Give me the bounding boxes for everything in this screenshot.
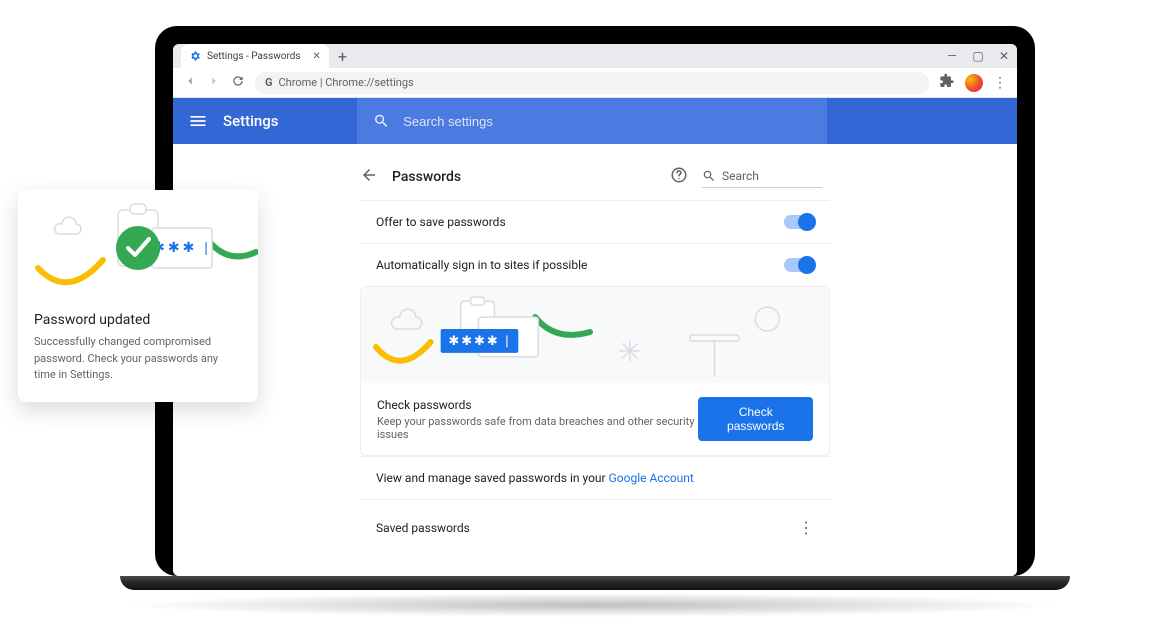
- google-account-link[interactable]: Google Account: [609, 471, 694, 485]
- window-tabstrip: Settings - Passwords ✕ + — ▢ ✕: [173, 44, 1017, 68]
- site-identity-icon: G: [265, 76, 273, 89]
- search-icon: [373, 112, 390, 130]
- settings-search-input[interactable]: [403, 114, 810, 129]
- settings-header: Settings: [173, 98, 1017, 144]
- laptop-shadow: [120, 593, 1070, 617]
- nav-reload-icon[interactable]: [231, 74, 245, 91]
- saved-passwords-label: Saved passwords: [376, 521, 470, 535]
- password-search-placeholder: Search: [722, 169, 759, 183]
- manage-passwords-text: View and manage saved passwords in your: [376, 471, 609, 485]
- screen: Settings - Passwords ✕ + — ▢ ✕: [173, 44, 1017, 576]
- svg-text:✱✱✱ |: ✱✱✱ |: [153, 239, 211, 255]
- toast-body-text: Successfully changed compromised passwor…: [34, 334, 242, 384]
- toast-title: Password updated: [34, 312, 242, 328]
- settings-favicon-icon: [189, 50, 201, 62]
- window-maximize-icon[interactable]: ▢: [971, 49, 985, 63]
- auto-signin-row: Automatically sign in to sites if possib…: [360, 243, 830, 286]
- back-arrow-icon[interactable]: [360, 166, 378, 188]
- page-header: Passwords Search: [360, 160, 830, 200]
- new-tab-button[interactable]: +: [333, 46, 353, 66]
- tab-close-icon[interactable]: ✕: [311, 50, 323, 62]
- address-bar[interactable]: G Chrome | Chrome://settings: [255, 72, 929, 94]
- password-updated-toast: ✕ ✱✱✱ | Password updated Successfully ch…: [18, 190, 258, 402]
- nav-forward-icon[interactable]: [207, 74, 221, 91]
- tab-title: Settings - Passwords: [207, 51, 301, 62]
- svg-text:✱✱✱✱ |: ✱✱✱✱ |: [448, 333, 510, 348]
- help-icon[interactable]: [670, 166, 688, 188]
- manage-passwords-row: View and manage saved passwords in your …: [360, 456, 830, 499]
- saved-passwords-menu-icon[interactable]: ⋮: [798, 518, 814, 537]
- check-passwords-title: Check passwords: [377, 398, 698, 412]
- search-icon: [702, 169, 716, 183]
- window-close-icon[interactable]: ✕: [997, 49, 1011, 63]
- check-passwords-button[interactable]: Check passwords: [698, 397, 813, 441]
- laptop-frame: Settings - Passwords ✕ + — ▢ ✕: [155, 26, 1035, 576]
- menu-icon[interactable]: [173, 111, 223, 131]
- extensions-icon[interactable]: [939, 73, 955, 92]
- laptop-base: [120, 576, 1070, 590]
- check-passwords-card: ✱✱✱✱ |: [360, 286, 830, 456]
- browser-toolbar: G Chrome | Chrome://settings ⋮: [173, 68, 1017, 98]
- offer-save-row: Offer to save passwords: [360, 200, 830, 243]
- window-minimize-icon[interactable]: —: [945, 49, 959, 63]
- auto-signin-toggle[interactable]: [784, 258, 814, 272]
- settings-title: Settings: [223, 112, 279, 130]
- check-illustration: ✱✱✱✱ |: [361, 287, 829, 383]
- offer-save-label: Offer to save passwords: [376, 215, 506, 229]
- auto-signin-label: Automatically sign in to sites if possib…: [376, 258, 587, 272]
- page-title: Passwords: [392, 169, 461, 185]
- content-area: Passwords Search Offer to save passwords: [173, 144, 1017, 576]
- browser-tab[interactable]: Settings - Passwords ✕: [181, 44, 329, 68]
- settings-search[interactable]: [357, 98, 827, 144]
- saved-passwords-row: Saved passwords ⋮: [360, 499, 830, 555]
- password-search[interactable]: Search: [702, 167, 822, 188]
- browser-menu-icon[interactable]: ⋮: [993, 75, 1007, 91]
- check-passwords-subtitle: Keep your passwords safe from data breac…: [377, 415, 698, 441]
- profile-avatar[interactable]: [965, 74, 983, 92]
- nav-back-icon[interactable]: [183, 74, 197, 91]
- address-text: Chrome | Chrome://settings: [279, 76, 414, 89]
- offer-save-toggle[interactable]: [784, 215, 814, 229]
- toast-illustration: ✱✱✱ |: [18, 190, 258, 298]
